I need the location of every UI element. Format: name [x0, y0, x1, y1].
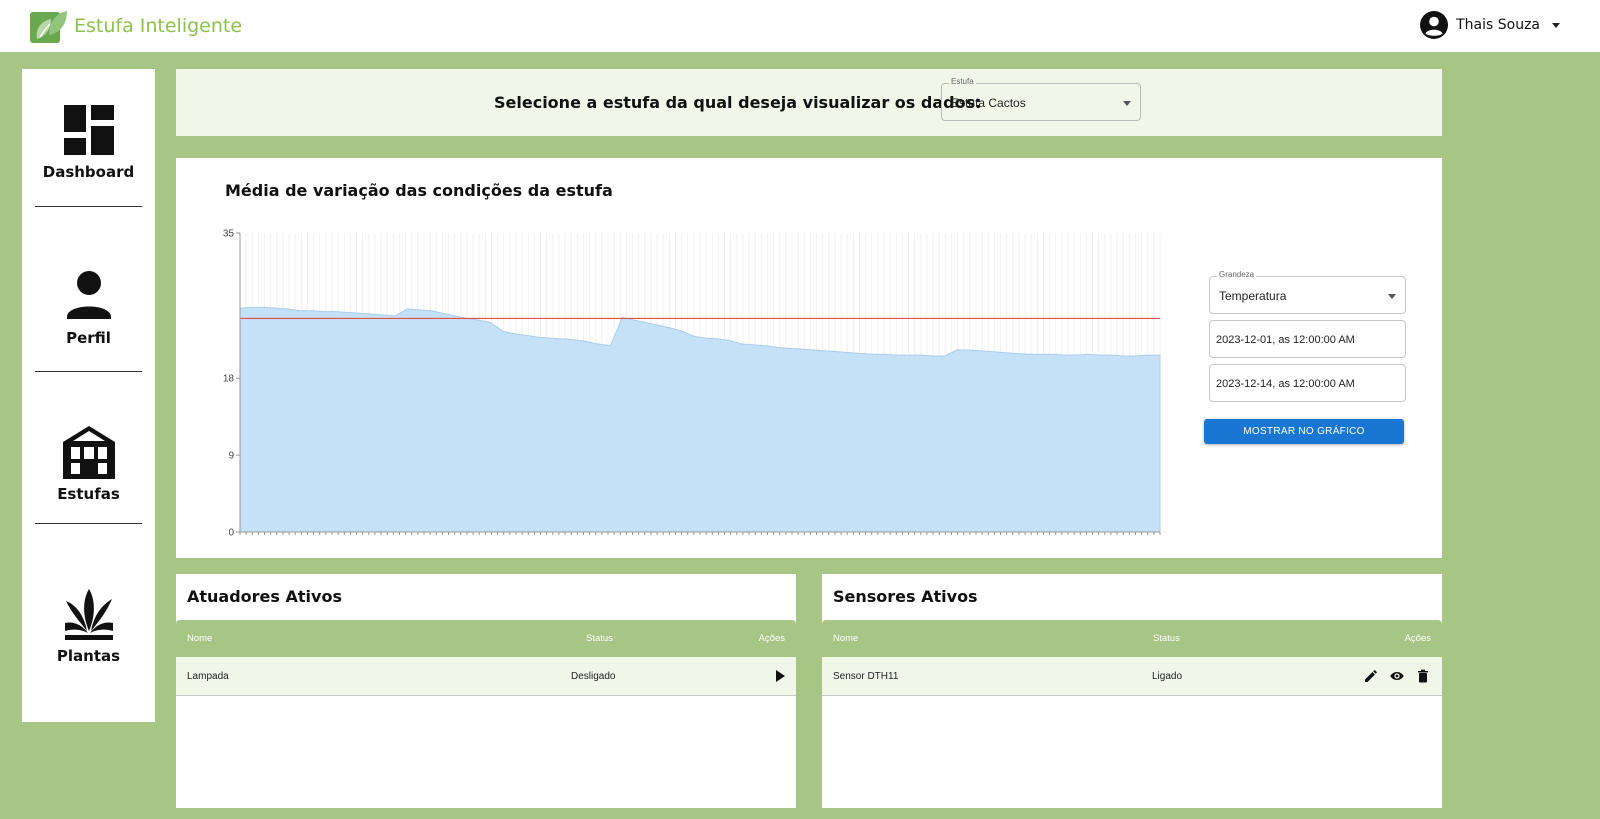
chart-panel: Média de variação das condições da estuf…	[176, 158, 1442, 558]
y-tick-label: 9	[228, 451, 234, 462]
sidebar-item-dashboard[interactable]: Dashboard	[22, 103, 155, 181]
greenhouse-select[interactable]: Estufa Estufa Cactos	[941, 77, 1141, 121]
table-header: Nome Status Ações	[822, 620, 1442, 657]
y-tick-label: 18	[223, 374, 235, 385]
table-row: Lampada Desligado	[176, 657, 796, 696]
actuators-title: Atuadores Ativos	[187, 587, 342, 606]
end-date-value: 2023-12-14, as 12:00:00 AM	[1216, 378, 1355, 390]
chevron-down-icon	[1552, 22, 1560, 28]
edit-icon[interactable]	[1364, 669, 1378, 683]
temperature-area	[239, 306, 1161, 533]
cell-name: Sensor DTH11	[833, 671, 899, 682]
table-row: Sensor DTH11 Ligado	[822, 657, 1442, 696]
top-bar: Estufa Inteligente Thais Souza	[0, 0, 1600, 52]
sidebar-item-estufas[interactable]: Estufas	[22, 425, 155, 503]
sidebar-item-label: Dashboard	[42, 163, 135, 181]
column-header-name: Nome	[833, 633, 859, 644]
end-date-input[interactable]: 2023-12-14, as 12:00:00 AM	[1209, 364, 1406, 402]
dashboard-icon	[63, 105, 114, 155]
cell-status: Ligado	[1152, 671, 1183, 682]
selector-prompt: Selecione a estufa da qual deseja visual…	[494, 93, 982, 112]
column-header-status: Status	[586, 633, 613, 644]
app-name: Estufa Inteligente	[74, 15, 243, 37]
start-date-value: 2023-12-01, as 12:00:00 AM	[1216, 334, 1355, 346]
grandeza-select[interactable]: Grandeza Temperatura	[1209, 270, 1406, 314]
select-value: Estufa Cactos	[951, 96, 1026, 110]
leaf-logo-icon	[30, 11, 67, 43]
column-header-actions: Ações	[1404, 633, 1431, 644]
table-header: Nome Status Ações	[176, 620, 796, 657]
show-in-chart-button[interactable]: MOSTRAR NO GRÁFICO	[1204, 419, 1404, 444]
conditions-chart: 0 9 18 35	[223, 229, 1161, 539]
greenhouse-selector-bar: Selecione a estufa da qual deseja visual…	[176, 69, 1442, 136]
chart-title: Média de variação das condições da estuf…	[225, 181, 613, 200]
actuators-panel: Atuadores Ativos Nome Status Ações Lampa…	[176, 574, 796, 808]
brand[interactable]: Estufa Inteligente	[29, 7, 242, 45]
column-header-actions: Ações	[758, 633, 785, 644]
divider	[35, 523, 142, 524]
start-date-input[interactable]: 2023-12-01, as 12:00:00 AM	[1209, 320, 1406, 358]
y-tick-label: 0	[228, 528, 234, 539]
account-circle-icon	[1420, 11, 1449, 39]
sidebar-item-label: Plantas	[56, 647, 121, 665]
y-tick-label: 35	[223, 229, 235, 240]
sidebar-item-label: Perfil	[66, 329, 111, 347]
user-menu[interactable]: Thais Souza	[1420, 11, 1560, 39]
column-header-status: Status	[1153, 633, 1180, 644]
sidebar: Dashboard Perfil Estufas Plantas	[22, 69, 155, 722]
cell-name: Lampada	[187, 671, 229, 682]
caret-down-icon	[1123, 101, 1131, 106]
greenhouse-icon	[62, 426, 115, 479]
select-legend: Grandeza	[1217, 270, 1257, 279]
sidebar-item-plantas[interactable]: Plantas	[22, 587, 155, 665]
user-name: Thais Souza	[1456, 17, 1540, 33]
view-icon[interactable]	[1390, 669, 1404, 683]
caret-down-icon	[1388, 294, 1396, 299]
play-icon[interactable]	[773, 669, 787, 683]
sensors-panel: Sensores Ativos Nome Status Ações Sensor…	[822, 574, 1442, 808]
select-legend: Estufa	[949, 77, 976, 86]
sidebar-item-perfil[interactable]: Perfil	[22, 269, 155, 347]
select-value: Temperatura	[1219, 289, 1287, 303]
sidebar-item-label: Estufas	[57, 485, 120, 503]
divider	[35, 371, 142, 372]
delete-icon[interactable]	[1416, 669, 1430, 683]
sensors-title: Sensores Ativos	[833, 587, 978, 606]
column-header-name: Nome	[187, 633, 213, 644]
cell-status: Desligado	[571, 671, 616, 682]
plant-icon	[64, 589, 113, 640]
person-icon	[66, 271, 111, 319]
divider	[35, 206, 142, 207]
